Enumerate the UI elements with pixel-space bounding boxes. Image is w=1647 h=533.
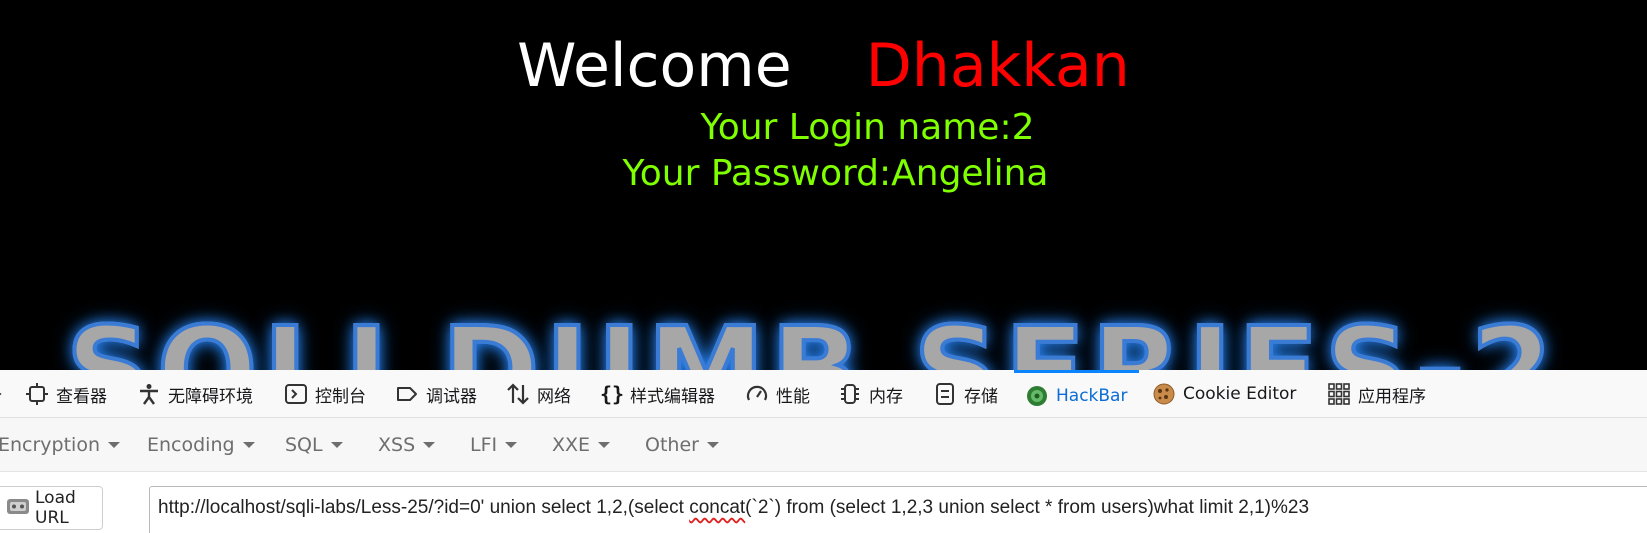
password-text: Your Password:Angelina — [622, 153, 1049, 194]
tab-cookie-editor[interactable]: Cookie Editor — [1153, 370, 1296, 418]
menu-label: Encoding — [147, 434, 235, 456]
page-viewport: Welcome Dhakkan Your Login name:2 Your Pa… — [0, 0, 1647, 370]
tab-label: HackBar — [1056, 385, 1128, 406]
sqli-dumb-series-banner: SQLI DUMB SERIES-2 — [64, 299, 1559, 370]
application-icon — [1328, 383, 1350, 405]
cookie-icon — [1153, 383, 1175, 405]
memory-icon — [839, 383, 861, 405]
menu-label: LFI — [470, 434, 498, 456]
load-url-button[interactable]: Load URL — [0, 486, 103, 530]
caret-down-icon — [330, 442, 343, 448]
menu-xss[interactable]: XSS — [378, 432, 436, 458]
welcome-heading: Welcome Dhakkan — [0, 28, 1647, 104]
caret-down-icon — [108, 442, 121, 448]
caret-down-icon — [598, 442, 611, 448]
tab-style-editor[interactable]: {} 样式编辑器 — [600, 370, 715, 418]
tab-label: 样式编辑器 — [630, 386, 715, 407]
caret-down-icon — [423, 442, 436, 448]
style-editor-icon: {} — [600, 382, 625, 406]
debugger-icon — [396, 383, 418, 405]
caret-down-icon — [242, 442, 255, 448]
caret-down-icon — [706, 442, 719, 448]
hackbar-menu: Encryption Encoding SQL XSS LFI XXE Othe… — [0, 418, 1647, 472]
menu-label: XXE — [552, 434, 591, 456]
menu-xxe[interactable]: XXE — [552, 432, 611, 458]
network-icon — [507, 383, 529, 405]
tab-label: 性能 — [776, 386, 810, 407]
menu-other[interactable]: Other — [645, 432, 719, 458]
browser-window: Welcome Dhakkan Your Login name:2 Your Pa… — [0, 0, 1647, 533]
menu-label: Encryption — [0, 434, 101, 456]
caret-down-icon — [505, 442, 518, 448]
tab-console[interactable]: 控制台 — [285, 370, 366, 418]
tab-label: Cookie Editor — [1183, 384, 1297, 404]
inspector-icon — [26, 383, 48, 405]
devtools-picker-icon[interactable] — [0, 370, 4, 418]
devtools-toolbar: 查看器 无障碍环境 控制台 调试器 网络 {} 样式编辑器 性能 内存 存储 H… — [0, 370, 1647, 418]
tab-label: 控制台 — [315, 386, 366, 407]
menu-label: XSS — [378, 434, 416, 456]
tab-label: 调试器 — [426, 386, 477, 407]
tab-label: 网络 — [537, 386, 571, 407]
storage-icon — [934, 383, 956, 405]
url-text-misspelled: concat — [689, 497, 746, 518]
tab-label: 查看器 — [56, 386, 107, 407]
menu-label: Other — [645, 434, 699, 456]
tab-hackbar[interactable]: HackBar — [1014, 370, 1140, 418]
accessibility-icon — [138, 383, 160, 405]
tab-storage[interactable]: 存储 — [934, 370, 998, 418]
menu-label: SQL — [285, 434, 323, 456]
menu-lfi[interactable]: LFI — [470, 432, 518, 458]
welcome-text: Welcome — [517, 31, 792, 101]
tab-inspector[interactable]: 查看器 — [26, 370, 107, 418]
tab-label: 内存 — [869, 386, 903, 407]
tab-debugger[interactable]: 调试器 — [396, 370, 477, 418]
tab-label: 无障碍环境 — [168, 386, 253, 407]
console-icon — [285, 383, 307, 405]
url-text-after: (`2`) from (select 1,2,3 union select * … — [745, 497, 1310, 518]
url-input[interactable]: http://localhost/sqli-labs/Less-25/?id=0… — [149, 486, 1647, 533]
tab-network[interactable]: 网络 — [507, 370, 571, 418]
load-url-label: Load URL — [35, 488, 76, 528]
tab-application[interactable]: 应用程序 — [1328, 370, 1426, 418]
menu-encoding[interactable]: Encoding — [147, 432, 255, 458]
menu-sql[interactable]: SQL — [285, 432, 343, 458]
tab-label: 应用程序 — [1358, 386, 1426, 407]
welcome-username: Dhakkan — [865, 31, 1130, 101]
tab-label: 存储 — [964, 386, 998, 407]
tab-memory[interactable]: 内存 — [839, 370, 903, 418]
performance-icon — [746, 383, 768, 405]
url-text-before: http://localhost/sqli-labs/Less-25/?id=0… — [158, 497, 690, 518]
login-name-text: Your Login name:2 — [700, 107, 1035, 148]
menu-encryption[interactable]: Encryption — [0, 432, 121, 458]
tab-accessibility[interactable]: 无障碍环境 — [138, 370, 253, 418]
hackbar-url-row: Load URL http://localhost/sqli-labs/Less… — [0, 472, 1647, 533]
load-url-icon — [5, 495, 31, 522]
hackbar-icon — [1026, 385, 1048, 407]
tab-performance[interactable]: 性能 — [746, 370, 810, 418]
